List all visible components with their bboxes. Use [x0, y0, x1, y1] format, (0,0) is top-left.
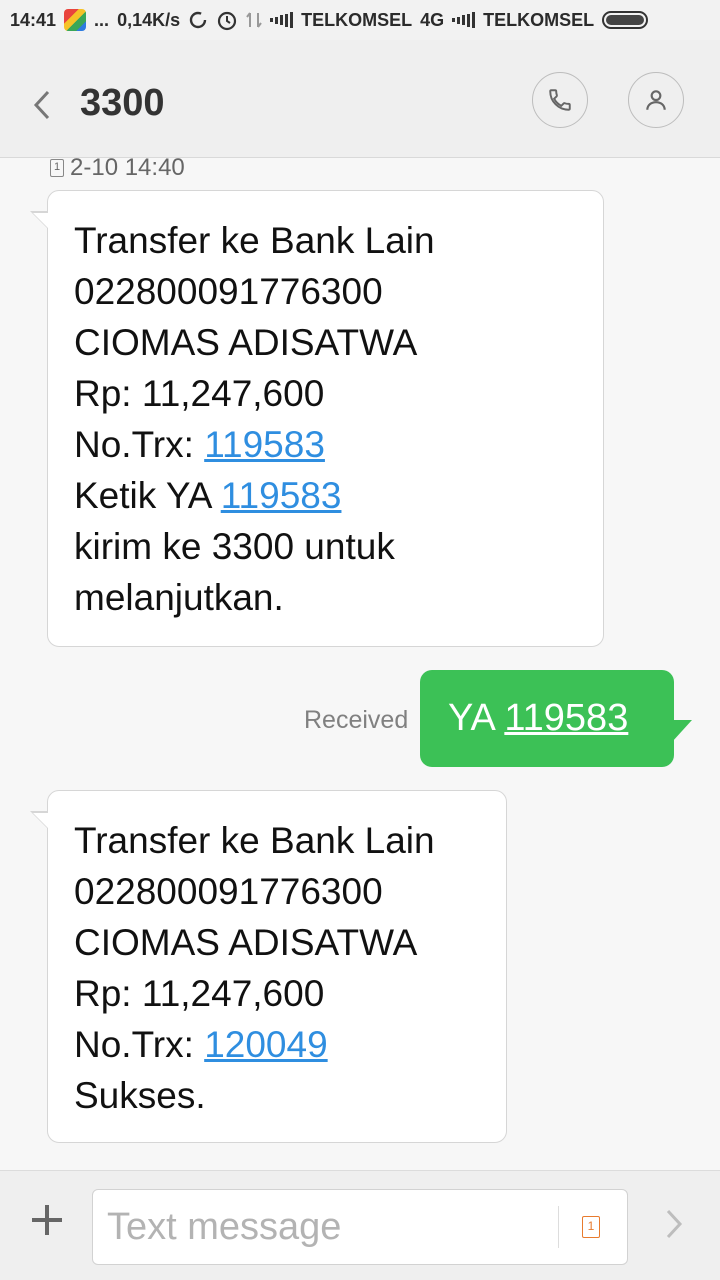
incoming-message-bubble[interactable]: Transfer ke Bank Lain 022800091776300 CI…	[30, 190, 604, 647]
text-message-input[interactable]	[107, 1204, 547, 1250]
signal-icon-1	[270, 12, 294, 28]
trx-number-link[interactable]: 119583	[221, 475, 342, 516]
person-icon	[646, 90, 666, 110]
call-button[interactable]	[532, 72, 588, 128]
message-timestamp: 1 2-10 14:40	[50, 158, 185, 182]
text-input-box[interactable]: 1	[92, 1189, 628, 1265]
message-list[interactable]: 1 2-10 14:40 Transfer ke Bank Lain 02280…	[0, 158, 720, 1170]
attach-plus-icon[interactable]	[30, 1203, 64, 1237]
battery-icon	[602, 11, 649, 29]
contact-button[interactable]	[628, 72, 684, 128]
message-line: melanjutkan.	[74, 577, 284, 618]
trx-label: No.Trx:	[74, 1024, 205, 1065]
message-line: Transfer ke Bank Lain	[74, 820, 435, 861]
message-line: No.Trx: 120049	[74, 1019, 480, 1070]
message-line: No.Trx: 119583	[74, 419, 577, 470]
trx-label: No.Trx:	[74, 424, 205, 465]
status-more-dots: ...	[94, 9, 110, 30]
sim-select-icon[interactable]: 1	[582, 1216, 600, 1238]
instruction-label: Ketik YA	[74, 475, 221, 516]
status-bar: 14:41 ... 0,14K/s TELKOMSEL 4G TELKOMSEL	[0, 0, 720, 40]
network-type: 4G	[420, 9, 445, 30]
sim-badge: 1	[50, 159, 64, 177]
send-chevron-icon[interactable]	[664, 1207, 686, 1241]
conversation-header: 3300	[0, 40, 720, 158]
message-composer: 1	[0, 1170, 720, 1280]
message-line: 022800091776300	[74, 271, 383, 312]
status-net-speed: 0,14K/s	[117, 9, 181, 30]
data-transfer-icon	[246, 10, 262, 30]
app-notification-icon	[64, 9, 87, 31]
carrier-2: TELKOMSEL	[483, 9, 595, 30]
contact-title: 3300	[80, 82, 165, 124]
phone-icon	[549, 89, 571, 111]
back-chevron-icon[interactable]	[30, 88, 54, 122]
carrier-1: TELKOMSEL	[301, 9, 413, 30]
sync-icon	[188, 10, 208, 30]
message-line: CIOMAS ADISATWA	[74, 322, 418, 363]
delivery-status: Received	[304, 706, 409, 734]
message-line: Rp: 11,247,600	[74, 973, 325, 1014]
status-time: 14:41	[10, 9, 57, 30]
alarm-icon	[216, 9, 238, 31]
input-divider	[558, 1206, 559, 1248]
message-line: Rp: 11,247,600	[74, 373, 325, 414]
message-line: Sukses.	[74, 1075, 206, 1116]
trx-number-link[interactable]: 120049	[204, 1024, 327, 1065]
signal-icon-2	[452, 12, 476, 28]
message-line: 022800091776300	[74, 871, 383, 912]
message-line: Transfer ke Bank Lain	[74, 220, 435, 261]
sent-trx-link[interactable]: 119583	[504, 697, 628, 739]
timestamp-text: 2-10 14:40	[70, 158, 185, 181]
sent-text: YA	[448, 697, 505, 739]
message-line: Ketik YA 119583	[74, 470, 577, 521]
message-line: kirim ke 3300 untuk	[74, 526, 395, 567]
trx-number-link[interactable]: 119583	[204, 424, 325, 465]
incoming-message-bubble[interactable]: Transfer ke Bank Lain 022800091776300 CI…	[30, 790, 507, 1143]
outgoing-message-bubble[interactable]: YA 119583	[420, 670, 692, 767]
message-line: CIOMAS ADISATWA	[74, 922, 418, 963]
